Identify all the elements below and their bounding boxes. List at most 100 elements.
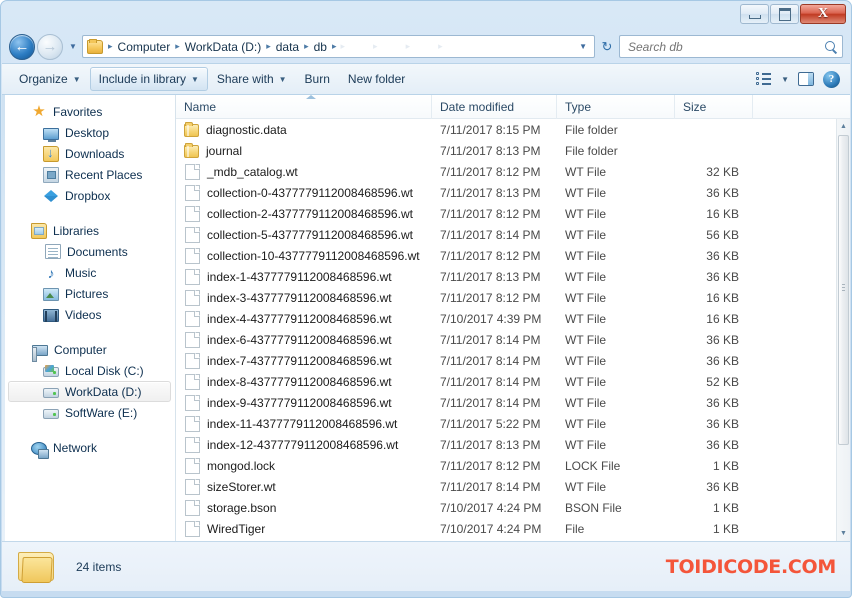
table-row[interactable]: collection-5-4377779112008468596.wt 7/11/… [176, 224, 836, 245]
table-row[interactable]: index-3-4377779112008468596.wt 7/11/2017 … [176, 287, 836, 308]
sidebar-item-desktop[interactable]: Desktop [8, 122, 171, 143]
nav-group-network: Network [2, 437, 175, 459]
sidebar-label: Local Disk (C:) [65, 363, 144, 378]
table-row[interactable]: collection-2-4377779112008468596.wt 7/11/… [176, 203, 836, 224]
sidebar-item-libraries[interactable]: Libraries [8, 220, 171, 241]
sidebar-item-software-e[interactable]: SoftWare (E:) [8, 402, 171, 423]
breadcrumb-separator[interactable]: ▸ [330, 41, 339, 52]
table-row[interactable]: index-1-4377779112008468596.wt 7/11/2017 … [176, 266, 836, 287]
breadcrumb-item-data[interactable]: data [273, 39, 302, 55]
navigation-pane[interactable]: ★ Favorites Desktop Downloads Recent Pla… [2, 95, 176, 541]
table-row[interactable]: index-4-4377779112008468596.wt 7/10/2017 … [176, 308, 836, 329]
column-header-date-modified[interactable]: Date modified [432, 95, 557, 119]
breadcrumb-separator[interactable]: ▸ [264, 41, 273, 52]
status-bar: 24 items TOIDICODE.COM [2, 541, 850, 591]
folder-icon [184, 122, 199, 137]
history-dropdown-button[interactable]: ▼ [66, 42, 80, 51]
file-name-cell: index-6-4377779112008468596.wt [176, 329, 432, 350]
scroll-up-button[interactable]: ▲ [837, 119, 850, 134]
file-rows: diagnostic.data 7/11/2017 8:15 PM File fol… [176, 119, 836, 541]
folder-icon [87, 38, 103, 54]
date-modified-cell: 7/11/2017 8:12 PM [440, 164, 541, 179]
sidebar-item-videos[interactable]: Videos [8, 304, 171, 325]
file-icon [185, 331, 200, 348]
table-row[interactable]: index-11-4377779112008468596.wt 7/11/2017… [176, 413, 836, 434]
type-cell: WT File [565, 269, 607, 284]
sidebar-item-computer[interactable]: Computer [8, 339, 171, 362]
sidebar-label: Libraries [53, 223, 100, 238]
forward-button[interactable]: → [37, 33, 63, 60]
sidebar-item-music[interactable]: ♪ Music [8, 262, 171, 283]
file-icon [185, 205, 200, 222]
breadcrumb-separator-ghost: ▸ [373, 41, 378, 51]
table-row[interactable]: journal 7/11/2017 8:13 PM File folder [176, 140, 836, 161]
scrollbar-thumb[interactable] [838, 135, 849, 445]
change-view-icon[interactable] [756, 72, 772, 86]
table-row[interactable]: index-8-4377779112008468596.wt 7/11/2017 … [176, 371, 836, 392]
include-in-library-button[interactable]: Include in library ▼ [89, 67, 208, 91]
table-row[interactable]: mongod.lock 7/11/2017 8:12 PM LOCK File 1 K… [176, 455, 836, 476]
maximize-button[interactable] [770, 4, 799, 24]
breadcrumb-item-workdata[interactable]: WorkData (D:) [182, 39, 264, 55]
back-button[interactable]: ← [9, 33, 35, 60]
close-button[interactable]: X [800, 4, 846, 24]
burn-button[interactable]: Burn [296, 67, 339, 91]
scroll-down-button[interactable]: ▼ [837, 526, 850, 541]
table-row[interactable]: sizeStorer.wt 7/11/2017 8:14 PM WT File 36 … [176, 476, 836, 497]
table-row[interactable]: index-9-4377779112008468596.wt 7/11/2017 … [176, 392, 836, 413]
file-name-cell: index-11-4377779112008468596.wt [176, 413, 432, 434]
breadcrumb-item-computer[interactable]: Computer [115, 39, 174, 55]
column-header-size[interactable]: Size [675, 95, 753, 119]
type-cell: WT File [565, 353, 607, 368]
breadcrumb-separator[interactable]: ▸ [173, 41, 182, 52]
view-dropdown-icon[interactable]: ▼ [781, 75, 789, 84]
breadcrumb-item-db[interactable]: db [311, 39, 330, 55]
search-box[interactable] [619, 35, 843, 58]
file-name-label: collection-2-4377779112008468596.wt [207, 206, 413, 221]
breadcrumb-dropdown-icon[interactable]: ▼ [571, 42, 592, 51]
vertical-scrollbar[interactable]: ▲ ▼ [836, 119, 850, 541]
include-in-library-label: Include in library [98, 72, 186, 86]
table-row[interactable]: diagnostic.data 7/11/2017 8:15 PM File fol… [176, 119, 836, 140]
refresh-button[interactable]: ↻ [596, 36, 618, 58]
preview-pane-icon[interactable] [798, 72, 814, 86]
type-cell: File folder [565, 143, 618, 158]
table-row[interactable]: index-7-4377779112008468596.wt 7/11/2017 … [176, 350, 836, 371]
column-header-filler [753, 95, 850, 119]
desktop-icon [43, 127, 59, 142]
help-icon[interactable]: ? [823, 70, 840, 88]
explorer-body: ★ Favorites Desktop Downloads Recent Pla… [2, 95, 850, 541]
sidebar-item-workdata-d[interactable]: WorkData (D:) [8, 381, 171, 402]
organize-button[interactable]: Organize ▼ [10, 67, 90, 91]
file-name-label: index-4-4377779112008468596.wt [207, 311, 392, 326]
sidebar-label: Videos [65, 307, 102, 322]
sidebar-item-recent-places[interactable]: Recent Places [8, 164, 171, 185]
new-folder-button[interactable]: New folder [339, 67, 414, 91]
table-row[interactable]: storage.bson 7/10/2017 4:24 PM BSON File 1 … [176, 497, 836, 518]
share-with-button[interactable]: Share with ▼ [208, 67, 296, 91]
table-row[interactable]: index-6-4377779112008468596.wt 7/11/2017 … [176, 329, 836, 350]
table-row[interactable]: collection-0-4377779112008468596.wt 7/11/… [176, 182, 836, 203]
breadcrumb-separator[interactable]: ▸ [302, 41, 311, 52]
column-header-name[interactable]: Name [176, 95, 432, 119]
table-row[interactable]: collection-10-4377779112008468596.wt 7/11… [176, 245, 836, 266]
breadcrumb[interactable]: ▸ Computer ▸ WorkData (D:) ▸ data ▸ db ▸… [82, 35, 595, 58]
search-input[interactable] [628, 39, 824, 54]
sidebar-item-downloads[interactable]: Downloads [8, 143, 171, 164]
table-row[interactable]: WiredTiger 7/10/2017 4:24 PM File 1 KB [176, 518, 836, 539]
sidebar-item-dropbox[interactable]: Dropbox [8, 185, 171, 206]
sidebar-item-network[interactable]: Network [8, 437, 171, 459]
minimize-button[interactable] [740, 4, 769, 24]
table-row[interactable]: _mdb_catalog.wt 7/11/2017 8:12 PM WT File 3… [176, 161, 836, 182]
column-header-type[interactable]: Type [557, 95, 675, 119]
date-modified-cell: 7/11/2017 8:14 PM [440, 227, 541, 242]
sidebar-item-documents[interactable]: Documents [8, 241, 171, 262]
sidebar-item-favorites[interactable]: ★ Favorites [8, 101, 171, 122]
sidebar-item-local-disk-c[interactable]: Local Disk (C:) [8, 360, 171, 381]
date-modified-cell: 7/10/2017 4:24 PM [440, 500, 542, 515]
table-row[interactable]: index-12-4377779112008468596.wt 7/11/2017… [176, 434, 836, 455]
watermark: TOIDICODE.COM [665, 555, 837, 578]
sidebar-item-pictures[interactable]: Pictures [8, 283, 171, 304]
file-icon [185, 247, 200, 264]
